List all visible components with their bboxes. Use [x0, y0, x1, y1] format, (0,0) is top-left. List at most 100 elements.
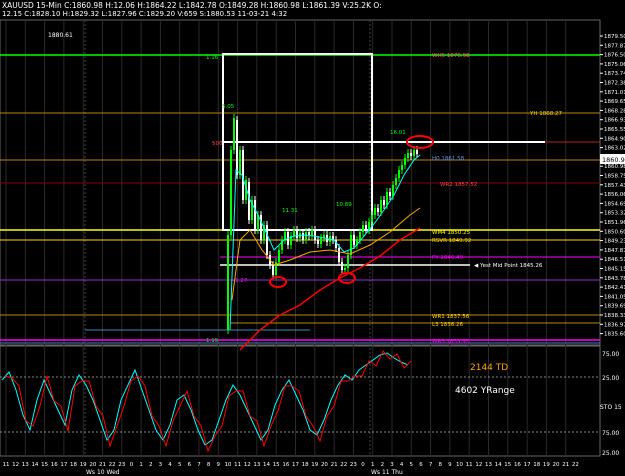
candle-body [380, 200, 382, 212]
time-tick-label: 3 [390, 462, 394, 468]
osc-axis-3: STO 15 [600, 404, 622, 411]
time-tick-label: 19 [543, 462, 550, 468]
time-axis[interactable]: 11 12 13 14 15 16 17 18 19 20 21 22 23 0 1 2 3 4 5 6 7 8 9 10 11… [3, 462, 579, 468]
time-tick-label: 12 [475, 462, 482, 468]
current-price-label: 1860.98 [602, 156, 625, 164]
price-tick-label: 1864.90 [604, 136, 625, 142]
price-tick-label: 1854.69 [604, 201, 625, 207]
time-tick-label: 16 [514, 462, 521, 468]
price-tick-label: 1846.51 [604, 257, 625, 263]
candle-body [236, 120, 238, 175]
h0-label: H0 1861.58 [432, 156, 465, 162]
time-tick-label: 22 [109, 462, 116, 468]
candle-body [377, 208, 379, 212]
time-tick-label: 0 [361, 462, 365, 468]
candle-body [350, 235, 352, 255]
candle-body [359, 232, 361, 240]
price-tick-label: 1845.15 [604, 267, 625, 273]
candle-body [230, 150, 232, 235]
candlesticks [227, 114, 418, 334]
l3-label: L3 1836.26 [432, 322, 464, 328]
time-tick-label: 9 [217, 462, 221, 468]
price-tick-label: 1858.75 [604, 174, 625, 180]
price-tick-label: 1841.05 [604, 294, 625, 300]
low-circle-marker [269, 276, 287, 288]
time-tick-label: 0 [130, 462, 134, 468]
candle-body [341, 262, 343, 270]
time-tick-label: 18 [70, 462, 77, 468]
price-tick-label: 1850.60 [604, 229, 625, 235]
candle-body [317, 240, 319, 244]
candle-body [302, 233, 304, 240]
yest-mid-label: ◀ Yest Mid Point 1845.26 [474, 263, 543, 269]
time-tick-label: 19 [80, 462, 87, 468]
time-tick-label: 14 [31, 462, 38, 468]
time-tick-label: 3 [159, 462, 163, 468]
price-tick-label: 1857.43 [604, 183, 625, 189]
candle-body [248, 182, 250, 220]
price-tick-label: 1835.60 [604, 332, 625, 338]
price-tick-label: 1879.50 [604, 34, 625, 40]
candle-body [365, 225, 367, 230]
time-tick-label: 1 [139, 462, 143, 468]
candle-body [296, 230, 298, 238]
spike-label: 5.05 [222, 104, 235, 110]
candle-body [344, 268, 346, 270]
price-tick-label: 1851.96 [604, 220, 625, 226]
low-change-label: -1.27 [233, 278, 248, 284]
price-axis[interactable]: 1879.50 1877.87 1876.50 1875.06 1873.74 1872.… [600, 34, 625, 338]
candle-body [374, 208, 376, 215]
time-tick-label: 5 [410, 462, 414, 468]
time-tick-label: 7 [429, 462, 433, 468]
time-tick-label: 20 [553, 462, 560, 468]
candle-body [401, 165, 403, 170]
price-chart[interactable]: 1880.61 WH5 1876.98 YH 1868.27 H0 1861.5… [0, 0, 625, 476]
time-tick-label: 21 [562, 462, 569, 468]
time-tick-label: 23 [350, 462, 357, 468]
time-tick-label: 2 [149, 462, 153, 468]
time-tick-label: 11 [3, 462, 10, 468]
time-tick-label: 15 [41, 462, 48, 468]
time-tick-label: 14 [495, 462, 502, 468]
osc-axis-4: 75.00 [602, 430, 619, 437]
time-tick-label: 8 [439, 462, 443, 468]
time-tick-label: 15 [504, 462, 511, 468]
yh-label: YH 1868.27 [529, 111, 562, 117]
candle-body [413, 150, 415, 156]
price-tick-label: 1838.33 [604, 313, 625, 319]
candle-body [395, 178, 397, 185]
time-tick-label: 18 [533, 462, 540, 468]
time-tick-label: 12 [12, 462, 19, 468]
yrange-label: 4602 YRange [455, 386, 515, 396]
py-label: PY 1846.49 [432, 255, 464, 261]
wm4-label: WM4 1850.25 [432, 230, 471, 236]
price-tick-label: 1873.74 [604, 71, 625, 77]
candle-body [278, 250, 280, 262]
time-tick-label: 5 [178, 462, 182, 468]
time-tick-label: 6 [419, 462, 423, 468]
candle-body [392, 185, 394, 196]
time-tick-label: 23 [118, 462, 125, 468]
time-tick-label: 15 [273, 462, 280, 468]
candle-body [416, 150, 418, 154]
time-tick-label: 13 [22, 462, 29, 468]
price-tick-label: 1877.87 [604, 43, 625, 49]
price-tick-label: 1865.55 [604, 127, 625, 133]
time-tick-label: 22 [572, 462, 579, 468]
time-tick-label: 7 [197, 462, 201, 468]
time-tick-label: 14 [263, 462, 270, 468]
mid-label-2: 10.89 [336, 202, 352, 208]
time-tick-label: 16 [51, 462, 58, 468]
time-tick-label: 19 [311, 462, 318, 468]
candle-body [398, 170, 400, 178]
price-tick-label: 1853.32 [604, 211, 625, 217]
candle-body [410, 153, 412, 156]
price-tick-label: 1869.65 [604, 99, 625, 105]
pivot-label: 500 [212, 141, 223, 147]
wr1-label: WR1 1837.56 [432, 314, 470, 320]
time-tick-label: 13 [253, 462, 260, 468]
day-label-2: Ws 11 Thu [371, 469, 403, 476]
candle-body [233, 118, 235, 150]
candle-body [338, 248, 340, 262]
wr2-label: WR2 1857.52 [440, 182, 477, 188]
